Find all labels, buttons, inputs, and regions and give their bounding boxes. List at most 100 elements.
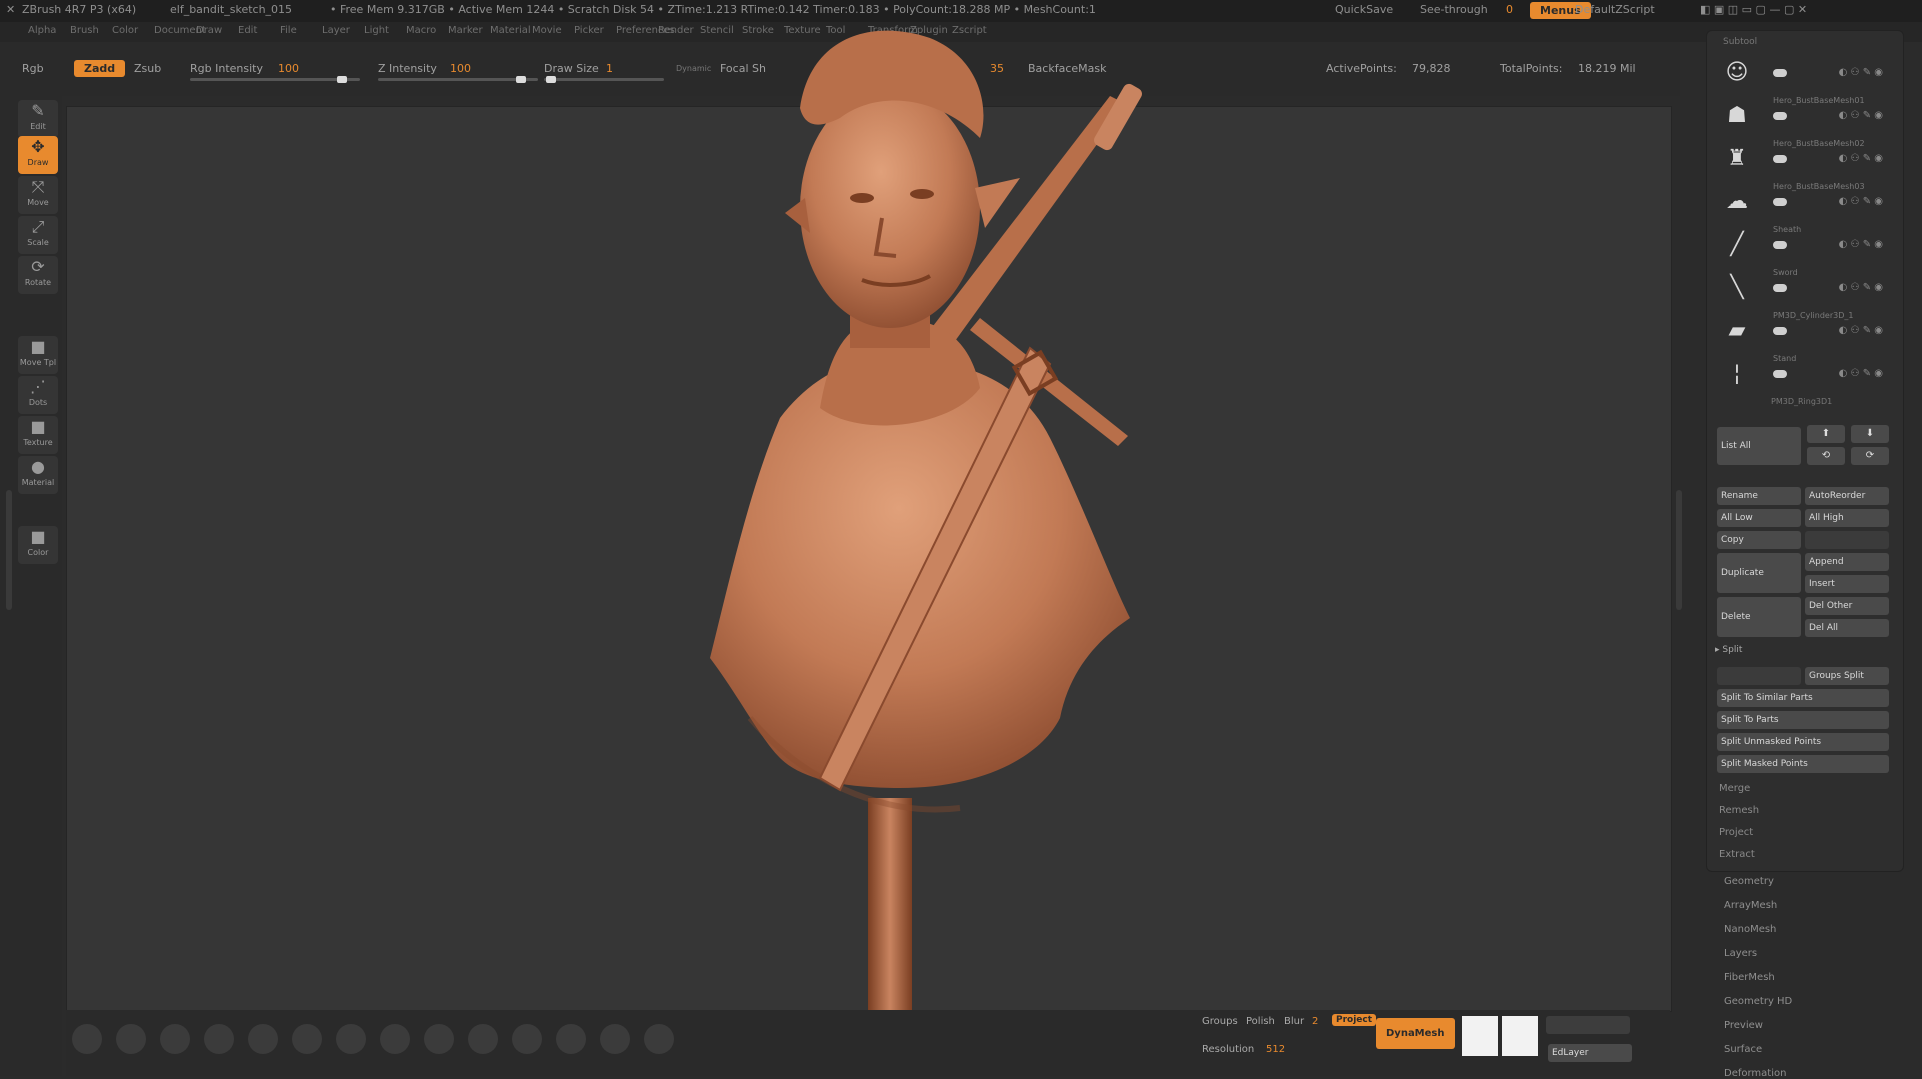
rename-button[interactable]: Rename: [1717, 487, 1801, 505]
menu-item-draw[interactable]: Draw: [196, 25, 222, 36]
visibility-toggle[interactable]: [1773, 370, 1787, 378]
section-layers[interactable]: Layers: [1724, 948, 1757, 959]
menu-item-alpha[interactable]: Alpha: [28, 25, 56, 36]
rgb-button[interactable]: Rgb: [22, 62, 44, 75]
zsub-button[interactable]: Zsub: [134, 62, 161, 75]
shelf-texture-button[interactable]: ■ Texture: [18, 416, 58, 454]
section-fibermesh[interactable]: FiberMesh: [1724, 972, 1775, 983]
subtool-controls[interactable]: ◐ ⚇ ✎ ◉: [1839, 368, 1883, 379]
move-down-icon[interactable]: ⬇: [1851, 425, 1889, 443]
brush-slot[interactable]: [160, 1024, 190, 1054]
delete-button[interactable]: Delete: [1717, 597, 1801, 637]
right-scroll-handle[interactable]: [1676, 490, 1682, 610]
visibility-toggle[interactable]: [1773, 198, 1787, 206]
subtool-controls[interactable]: ◐ ⚇ ✎ ◉: [1839, 239, 1883, 250]
section-geometry-hd[interactable]: Geometry HD: [1724, 996, 1792, 1007]
menu-item-brush[interactable]: Brush: [70, 25, 99, 36]
section-arraymesh[interactable]: ArrayMesh: [1724, 900, 1777, 911]
brush-slot[interactable]: [204, 1024, 234, 1054]
move-up-icon[interactable]: ⬆: [1807, 425, 1845, 443]
autoreorder-button[interactable]: AutoReorder: [1805, 487, 1889, 505]
section-geometry[interactable]: Geometry: [1724, 876, 1774, 887]
zadd-button[interactable]: Zadd: [74, 60, 126, 77]
subtool-controls[interactable]: ◐ ⚇ ✎ ◉: [1839, 196, 1883, 207]
subtool-row[interactable]: ╲ Sword ◐ ⚇ ✎ ◉: [1713, 268, 1895, 308]
section-preview[interactable]: Preview: [1724, 1020, 1763, 1031]
groups-split-button[interactable]: Groups Split: [1805, 667, 1889, 685]
split-parts-button[interactable]: Split To Parts: [1717, 711, 1889, 729]
del-other-button[interactable]: Del Other: [1805, 597, 1889, 615]
subtool-row[interactable]: ☺ ◐ ⚇ ✎ ◉: [1713, 53, 1895, 93]
rgb-intensity-slider[interactable]: [190, 76, 360, 83]
shelf-move-button[interactable]: ⤧ Move: [18, 176, 58, 214]
brush-slot[interactable]: [248, 1024, 278, 1054]
menu-item-file[interactable]: File: [280, 25, 297, 36]
split-slider[interactable]: [1717, 667, 1801, 685]
brush-slot[interactable]: [644, 1024, 674, 1054]
shelf-scale-button[interactable]: ⤢ Scale: [18, 216, 58, 254]
subtool-row[interactable]: ♜ Hero_BustBaseMesh02 ◐ ⚇ ✎ ◉: [1713, 139, 1895, 179]
brush-slot[interactable]: [468, 1024, 498, 1054]
list-all-button[interactable]: List All: [1717, 427, 1801, 465]
subtool-row[interactable]: ▰ PM3D_Cylinder3D_1 ◐ ⚇ ✎ ◉: [1713, 311, 1895, 351]
subtool-row[interactable]: ¦ Stand ◐ ⚇ ✎ ◉: [1713, 354, 1895, 394]
split-similar-button[interactable]: Split To Similar Parts: [1717, 689, 1889, 707]
shelf-color-button[interactable]: ■ Color: [18, 526, 58, 564]
menu-item-edit[interactable]: Edit: [238, 25, 257, 36]
secondary-color-swatch[interactable]: [1502, 1016, 1538, 1056]
shelf-rotate-button[interactable]: ⟳ Rotate: [18, 256, 58, 294]
visibility-toggle[interactable]: [1773, 112, 1787, 120]
brush-slot[interactable]: [116, 1024, 146, 1054]
dynamesh-button[interactable]: DynaMesh: [1376, 1018, 1455, 1049]
all-low-button[interactable]: All Low: [1717, 509, 1801, 527]
remesh-section[interactable]: Remesh: [1719, 805, 1759, 816]
visibility-toggle[interactable]: [1773, 327, 1787, 335]
paste-button[interactable]: [1805, 531, 1889, 549]
merge-section[interactable]: Merge: [1719, 783, 1750, 794]
quicksave-button[interactable]: QuickSave: [1335, 3, 1393, 16]
subtool-controls[interactable]: ◐ ⚇ ✎ ◉: [1839, 282, 1883, 293]
project-section[interactable]: Project: [1719, 827, 1753, 838]
edit-layer-button[interactable]: EdLayer: [1548, 1044, 1632, 1062]
subtool-controls[interactable]: ◐ ⚇ ✎ ◉: [1839, 153, 1883, 164]
brush-slot[interactable]: [72, 1024, 102, 1054]
brush-slot[interactable]: [380, 1024, 410, 1054]
split-masked-button[interactable]: Split Masked Points: [1717, 755, 1889, 773]
brush-slot[interactable]: [556, 1024, 586, 1054]
brush-slot[interactable]: [292, 1024, 322, 1054]
shelf-edit-button[interactable]: ✎ Edit: [18, 100, 58, 138]
del-all-button[interactable]: Del All: [1805, 619, 1889, 637]
bust-sculpture[interactable]: [600, 18, 1190, 1078]
subtool-row[interactable]: ☗ Hero_BustBaseMesh01 ◐ ⚇ ✎ ◉: [1713, 96, 1895, 136]
menu-item-macro[interactable]: Macro: [406, 25, 436, 36]
section-surface[interactable]: Surface: [1724, 1044, 1762, 1055]
duplicate-button[interactable]: Duplicate: [1717, 553, 1801, 593]
z-intensity-slider[interactable]: [378, 76, 538, 83]
menu-item-layer[interactable]: Layer: [322, 25, 350, 36]
brush-slot[interactable]: [336, 1024, 366, 1054]
left-scroll-handle[interactable]: [6, 490, 12, 610]
shelf-draw-button[interactable]: ✥ Draw: [18, 136, 58, 174]
shelf-material-button[interactable]: ● Material: [18, 456, 58, 494]
shelf-move-tpl-button[interactable]: ■ Move Tpl: [18, 336, 58, 374]
extract-section[interactable]: Extract: [1719, 849, 1755, 860]
menu-item-movie[interactable]: Movie: [532, 25, 562, 36]
split-unmasked-button[interactable]: Split Unmasked Points: [1717, 733, 1889, 751]
subtool-row[interactable]: ╱ Sheath ◐ ⚇ ✎ ◉: [1713, 225, 1895, 265]
see-through-slider[interactable]: See-through: [1420, 3, 1488, 16]
visibility-toggle[interactable]: [1773, 284, 1787, 292]
subtool-row[interactable]: ☁ Hero_BustBaseMesh03 ◐ ⚇ ✎ ◉: [1713, 182, 1895, 222]
subtool-controls[interactable]: ◐ ⚇ ✎ ◉: [1839, 67, 1883, 78]
menu-item-color[interactable]: Color: [112, 25, 138, 36]
insert-button[interactable]: Insert: [1805, 575, 1889, 593]
primary-color-swatch[interactable]: [1462, 1016, 1498, 1056]
subtool-controls[interactable]: ◐ ⚇ ✎ ◉: [1839, 110, 1883, 121]
default-zscript-button[interactable]: DefaultZScript: [1575, 3, 1655, 16]
del-lower-button[interactable]: [1546, 1016, 1630, 1034]
next-subtool-icon[interactable]: ⟳: [1851, 447, 1889, 465]
brush-slot[interactable]: [600, 1024, 630, 1054]
groups-toggle[interactable]: Groups: [1202, 1016, 1238, 1027]
brush-slot[interactable]: [424, 1024, 454, 1054]
brush-slot[interactable]: [512, 1024, 542, 1054]
menu-item-material[interactable]: Material: [490, 25, 531, 36]
